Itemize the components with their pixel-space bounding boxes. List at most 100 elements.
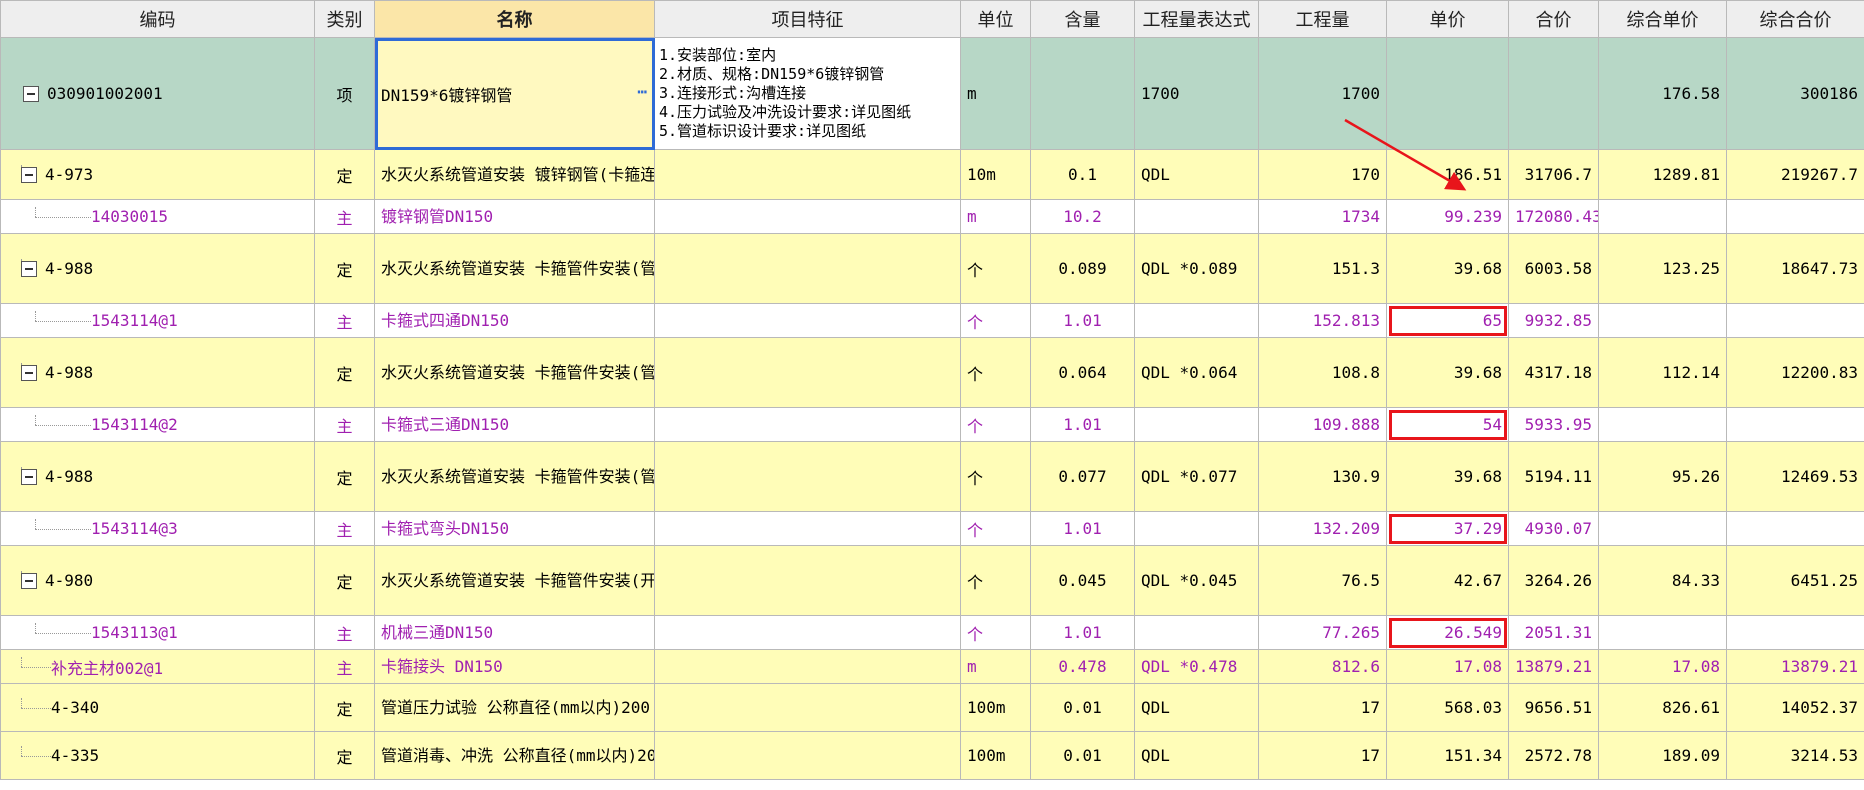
collapse-minus-icon[interactable] <box>23 85 39 102</box>
total-price-cell[interactable]: 6003.58 <box>1508 233 1599 304</box>
features-cell[interactable] <box>654 615 961 650</box>
features-cell[interactable] <box>654 199 961 234</box>
features-cell[interactable] <box>654 303 961 338</box>
category-cell[interactable]: 主 <box>314 199 375 234</box>
unit-cell[interactable]: m <box>960 649 1031 684</box>
table-row[interactable]: 030901002001 项 ⋯ DN159*6镀锌钢管 1.安装部位:室内 2.材质、… <box>0 37 1864 150</box>
collapse-minus-icon[interactable] <box>21 468 37 485</box>
content-cell[interactable]: 0.077 <box>1030 441 1135 512</box>
comp-unit-price-cell[interactable] <box>1598 199 1727 234</box>
features-cell[interactable]: 1.安装部位:室内 2.材质、规格:DN159*6镀锌钢管 3.连接形式:沟槽连… <box>654 37 961 150</box>
quantity-cell[interactable]: 130.9 <box>1258 441 1387 512</box>
code-cell[interactable]: 1543114@1 <box>0 303 315 338</box>
category-cell[interactable]: 定 <box>314 233 375 304</box>
unit-cell[interactable]: m <box>960 199 1031 234</box>
name-cell[interactable]: 水灭火系统管道安装 卡箍管件安装(管件连接) 公称直径(mm以内)150 <box>374 337 655 408</box>
name-cell[interactable]: ⋯ DN159*6镀锌钢管 <box>374 37 655 150</box>
features-cell[interactable] <box>654 337 961 408</box>
comp-unit-price-cell[interactable]: 123.25 <box>1598 233 1727 304</box>
expression-cell[interactable]: QDL <box>1134 731 1259 780</box>
name-cell[interactable]: 管道压力试验 公称直径(mm以内)200 <box>374 683 655 732</box>
quantity-cell[interactable]: 151.3 <box>1258 233 1387 304</box>
features-cell[interactable] <box>654 683 961 732</box>
unit-cell[interactable]: 个 <box>960 615 1031 650</box>
collapse-minus-icon[interactable] <box>21 364 37 381</box>
content-cell[interactable]: 0.01 <box>1030 683 1135 732</box>
total-price-cell[interactable]: 9656.51 <box>1508 683 1599 732</box>
unit-price-cell[interactable]: 39.68 <box>1386 233 1509 304</box>
highlighted-unit-price-cell[interactable]: 26.549 <box>1386 615 1509 650</box>
head-comp-unit-price[interactable]: 综合单价 <box>1598 0 1727 38</box>
unit-price-cell[interactable]: 42.67 <box>1386 545 1509 616</box>
features-cell[interactable] <box>654 511 961 546</box>
table-row[interactable]: 1543113@1 主机械三通DN150 个 1.01 77.265 26.549 2051… <box>0 615 1864 650</box>
category-cell[interactable]: 定 <box>314 149 375 200</box>
table-row[interactable]: 14030015 主镀锌钢管DN150 m 10.2 1734 99.239 172080.… <box>0 199 1864 234</box>
name-cell[interactable]: 水灭火系统管道安装 卡箍管件安装(管件连接) 公称直径(mm以内)150 <box>374 233 655 304</box>
expression-cell[interactable]: QDL *0.089 <box>1134 233 1259 304</box>
quantity-cell[interactable]: 109.888 <box>1258 407 1387 442</box>
table-row[interactable]: 4-340 定管道压力试验 公称直径(mm以内)200 100m 0.01 QDL 17 5… <box>0 683 1864 732</box>
content-cell[interactable]: 0.478 <box>1030 649 1135 684</box>
comp-unit-price-cell[interactable] <box>1598 407 1727 442</box>
expression-cell[interactable] <box>1134 407 1259 442</box>
expression-cell[interactable]: QDL <box>1134 683 1259 732</box>
content-cell[interactable]: 0.064 <box>1030 337 1135 408</box>
unit-cell[interactable]: 个 <box>960 407 1031 442</box>
comp-total-price-cell[interactable]: 14052.37 <box>1726 683 1864 732</box>
total-price-cell[interactable]: 4930.07 <box>1508 511 1599 546</box>
quantity-cell[interactable]: 132.209 <box>1258 511 1387 546</box>
total-price-cell[interactable]: 13879.21 <box>1508 649 1599 684</box>
comp-unit-price-cell[interactable]: 84.33 <box>1598 545 1727 616</box>
quantity-cell[interactable]: 1734 <box>1258 199 1387 234</box>
content-cell[interactable] <box>1030 37 1135 150</box>
content-cell[interactable]: 0.1 <box>1030 149 1135 200</box>
features-cell[interactable] <box>654 649 961 684</box>
total-price-cell[interactable]: 2572.78 <box>1508 731 1599 780</box>
comp-unit-price-cell[interactable]: 826.61 <box>1598 683 1727 732</box>
expression-cell[interactable]: QDL *0.064 <box>1134 337 1259 408</box>
code-cell[interactable]: 4-980 <box>0 545 315 616</box>
comp-total-price-cell[interactable] <box>1726 511 1864 546</box>
category-cell[interactable]: 定 <box>314 731 375 780</box>
comp-total-price-cell[interactable]: 12200.83 <box>1726 337 1864 408</box>
expression-cell[interactable]: QDL *0.478 <box>1134 649 1259 684</box>
total-price-cell[interactable]: 172080.43 <box>1508 199 1599 234</box>
category-cell[interactable]: 主 <box>314 511 375 546</box>
table-row[interactable]: 1543114@2 主卡箍式三通DN150 个 1.01 109.888 54 5933.9… <box>0 407 1864 442</box>
quantity-cell[interactable]: 170 <box>1258 149 1387 200</box>
total-price-cell[interactable]: 31706.7 <box>1508 149 1599 200</box>
features-cell[interactable] <box>654 545 961 616</box>
content-cell[interactable]: 1.01 <box>1030 511 1135 546</box>
name-cell[interactable]: 水灭火系统管道安装 卡箍管件安装(开孔连接) 主管道公称直径(mm以内)150 <box>374 545 655 616</box>
total-price-cell[interactable]: 5933.95 <box>1508 407 1599 442</box>
unit-cell[interactable]: 100m <box>960 683 1031 732</box>
comp-total-price-cell[interactable]: 13879.21 <box>1726 649 1864 684</box>
comp-total-price-cell[interactable] <box>1726 407 1864 442</box>
comp-unit-price-cell[interactable]: 112.14 <box>1598 337 1727 408</box>
comp-unit-price-cell[interactable] <box>1598 615 1727 650</box>
comp-unit-price-cell[interactable] <box>1598 511 1727 546</box>
features-cell[interactable] <box>654 149 961 200</box>
expression-cell[interactable] <box>1134 615 1259 650</box>
unit-price-cell[interactable]: 39.68 <box>1386 337 1509 408</box>
comp-total-price-cell[interactable] <box>1726 615 1864 650</box>
comp-total-price-cell[interactable]: 18647.73 <box>1726 233 1864 304</box>
comp-unit-price-cell[interactable] <box>1598 303 1727 338</box>
quantity-cell[interactable]: 1700 <box>1258 37 1387 150</box>
total-price-cell[interactable]: 9932.85 <box>1508 303 1599 338</box>
comp-unit-price-cell[interactable]: 1289.81 <box>1598 149 1727 200</box>
unit-price-cell[interactable]: 151.34 <box>1386 731 1509 780</box>
table-row[interactable]: 4-973 定水灭火系统管道安装 镀锌钢管(卡箍连接) 公称直径(mm以内)150… <box>0 149 1864 200</box>
head-features[interactable]: 项目特征 <box>654 0 961 38</box>
ellipsis-icon[interactable]: ⋯ <box>637 82 648 101</box>
unit-cell[interactable]: 10m <box>960 149 1031 200</box>
comp-unit-price-cell[interactable]: 189.09 <box>1598 731 1727 780</box>
name-cell[interactable]: 管道消毒、冲洗 公称直径(mm以内)200 <box>374 731 655 780</box>
comp-unit-price-cell[interactable]: 17.08 <box>1598 649 1727 684</box>
code-cell[interactable]: 4-340 <box>0 683 315 732</box>
code-cell[interactable]: 4-988 <box>0 233 315 304</box>
total-price-cell[interactable]: 3264.26 <box>1508 545 1599 616</box>
features-cell[interactable] <box>654 233 961 304</box>
expression-cell[interactable]: 1700 <box>1134 37 1259 150</box>
